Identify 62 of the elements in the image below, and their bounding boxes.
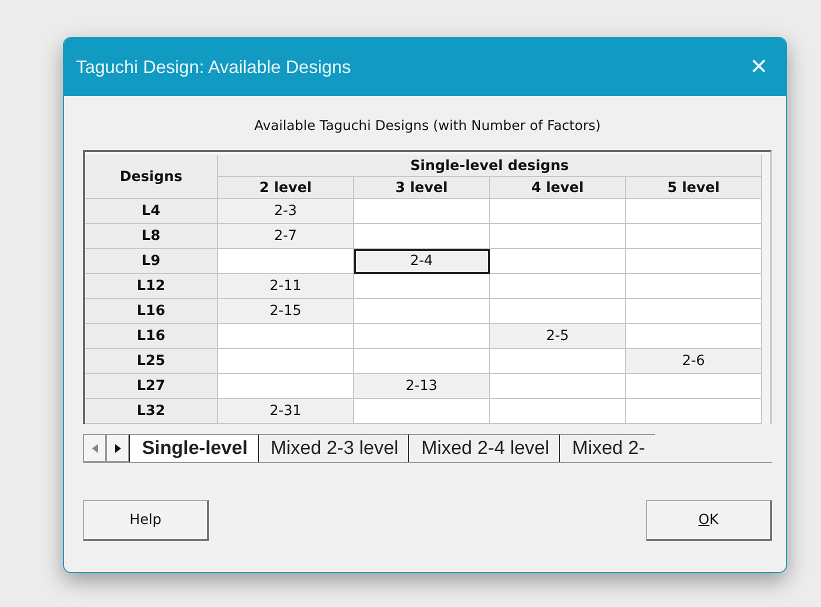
table-cell[interactable] [218,249,354,274]
row-header: L16 [85,324,218,349]
table-cell[interactable] [490,199,626,224]
column-header: 2 level [218,177,354,199]
column-header: 3 level [354,177,490,199]
header-cell: Single-level designs [218,155,762,177]
table-cell[interactable]: 2-7 [218,224,354,249]
window-title: Taguchi Design: Available Designs [76,56,351,78]
row-header: L25 [85,349,218,374]
header-cell: Designs [85,155,218,199]
row-header: L32 [85,399,218,424]
table-cell[interactable] [626,299,762,324]
table-cell[interactable] [490,399,626,424]
table-cell[interactable] [490,299,626,324]
table-cell[interactable] [490,374,626,399]
table-cell[interactable] [218,349,354,374]
table-cell[interactable]: 2-5 [490,324,626,349]
table-cell[interactable] [626,399,762,424]
scroll-right-button[interactable] [106,434,129,462]
table-cell[interactable]: 2-13 [354,374,490,399]
table-cell[interactable] [354,299,490,324]
table-cell[interactable] [218,324,354,349]
row-header: L8 [85,224,218,249]
table-cell[interactable] [626,224,762,249]
table-cell[interactable] [490,249,626,274]
table-cell[interactable] [354,224,490,249]
sheet-tab[interactable]: Mixed 2-3 level [258,434,408,462]
row-header: L9 [85,249,218,274]
sheet-tab[interactable]: Single-level [129,434,258,462]
table-cell[interactable] [354,199,490,224]
table-cell[interactable] [354,274,490,299]
table-cell[interactable] [218,374,354,399]
row-header: L4 [85,199,218,224]
table-cell[interactable] [626,274,762,299]
column-header: 5 level [626,177,762,199]
sheet-tab[interactable]: Mixed 2-4 level [408,434,560,462]
table-cell[interactable] [490,274,626,299]
table-cell[interactable] [626,374,762,399]
table-cell[interactable]: 2-11 [218,274,354,299]
table-cell[interactable]: 2-3 [218,199,354,224]
row-header: L12 [85,274,218,299]
table-cell[interactable] [626,199,762,224]
help-button[interactable]: Help [83,500,209,541]
table-cell[interactable]: 2-31 [218,399,354,424]
table-cell[interactable] [490,349,626,374]
table-cell[interactable] [354,399,490,424]
table-cell[interactable] [626,324,762,349]
table-cell[interactable]: 2-4 [354,249,490,274]
caret-left-icon [92,444,98,452]
table-cell[interactable]: 2-15 [218,299,354,324]
row-header: L27 [85,374,218,399]
ok-button[interactable]: OK [646,500,772,541]
row-header: L16 [85,299,218,324]
table-cell[interactable] [354,324,490,349]
column-header: 4 level [490,177,626,199]
table-caption: Available Taguchi Designs (with Number of Factors) [254,118,601,134]
caret-right-icon [114,444,120,452]
sheet-tab[interactable]: Mixed 2- [559,434,656,462]
table-cell[interactable]: 2-6 [626,349,762,374]
table-cell[interactable] [490,224,626,249]
table-cell[interactable] [354,349,490,374]
table-cell[interactable] [626,249,762,274]
